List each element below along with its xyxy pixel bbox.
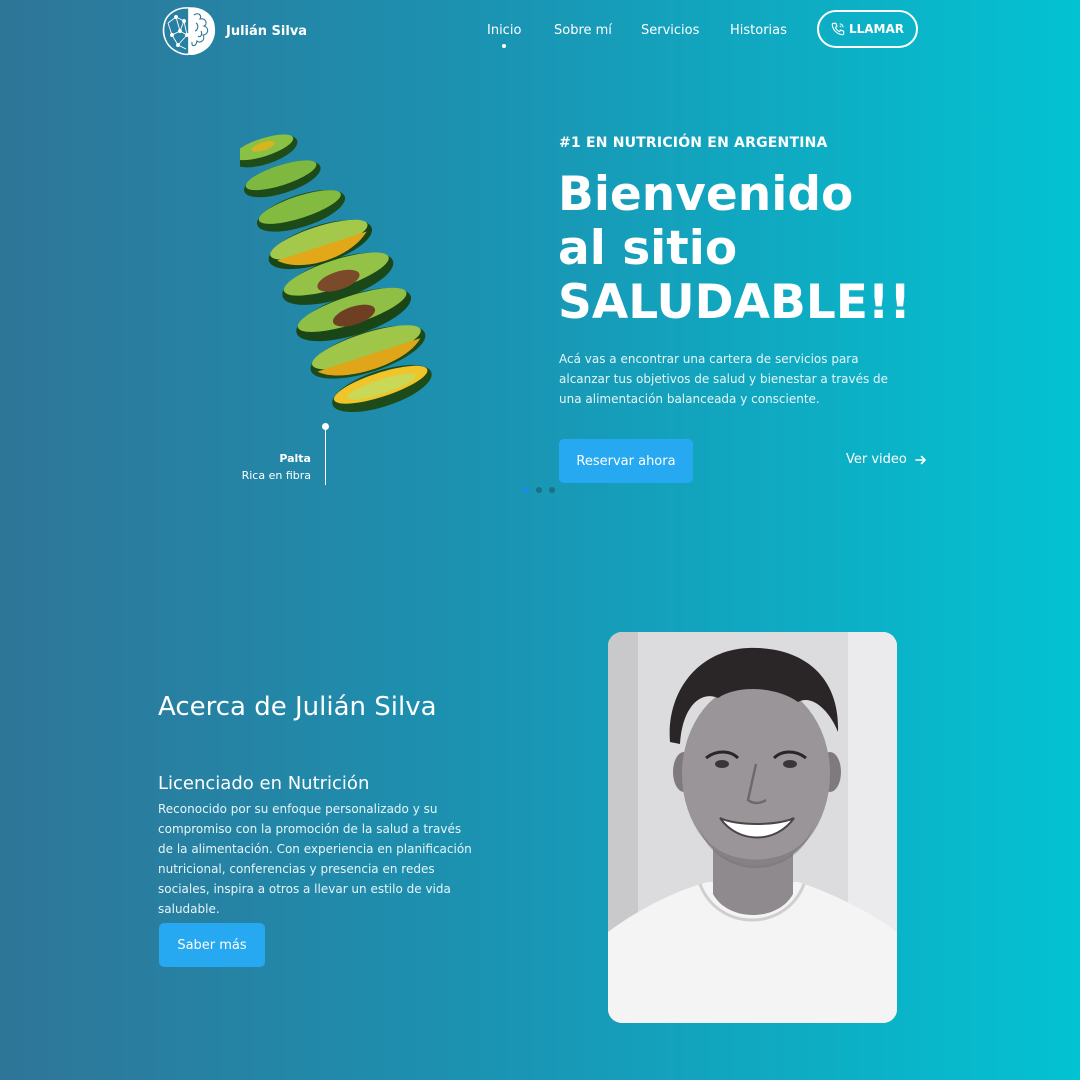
- slider-pagination: [523, 487, 555, 493]
- hero-title-line: Bienvenido: [558, 167, 854, 222]
- slider-dot[interactable]: [549, 487, 555, 493]
- phone-icon: [831, 22, 845, 36]
- call-button-label: LLAMAR: [848, 22, 905, 36]
- top-navigation: Julián Silva Inicio Sobre mí Servicios H…: [0, 0, 1080, 62]
- nav-item-servicios[interactable]: Servicios: [641, 23, 699, 38]
- nav-item-sobre-mi[interactable]: Sobre mí: [554, 23, 612, 38]
- about-title: Acerca de Julián Silva: [158, 692, 437, 722]
- brand-name: Julián Silva: [226, 23, 308, 39]
- hero-title-line: al sitio: [558, 221, 738, 276]
- slider-dot[interactable]: [523, 487, 529, 493]
- watch-video-label: Ver video: [846, 452, 907, 467]
- portrait-photo: [608, 632, 897, 1023]
- hero-description: Acá vas a encontrar una cartera de servi…: [559, 352, 889, 406]
- about-description: Reconocido por su enfoque personalizado …: [158, 802, 472, 916]
- reserve-now-button[interactable]: Reservar ahora: [559, 439, 693, 483]
- brain-icon: [162, 7, 216, 56]
- watch-video-link[interactable]: Ver video: [846, 452, 927, 467]
- image-caption: Palta Rica en fibra: [242, 450, 311, 484]
- call-button[interactable]: LLAMAR: [817, 10, 918, 48]
- caption-marker-line: [325, 428, 326, 485]
- nav-item-historias[interactable]: Historias: [730, 23, 787, 38]
- slider-dot[interactable]: [536, 487, 542, 493]
- hero-title: Bienvenido al sitio SALUDABLE!!: [558, 168, 911, 330]
- nav-item-inicio[interactable]: Inicio: [487, 23, 521, 48]
- portrait-image: [608, 632, 897, 1023]
- avocado-slices-image: [240, 134, 432, 413]
- hero-kicker: #1 EN NUTRICIÓN EN ARGENTINA: [559, 135, 828, 151]
- image-caption-title: Palta: [279, 452, 311, 465]
- image-caption-subtitle: Rica en fibra: [241, 469, 311, 482]
- hero-title-line: SALUDABLE!!: [558, 275, 911, 330]
- learn-more-button[interactable]: Saber más: [159, 923, 265, 967]
- arrow-right-icon: [915, 455, 926, 464]
- brand[interactable]: Julián Silva: [160, 5, 307, 57]
- about-subtitle: Licenciado en Nutrición: [158, 773, 370, 794]
